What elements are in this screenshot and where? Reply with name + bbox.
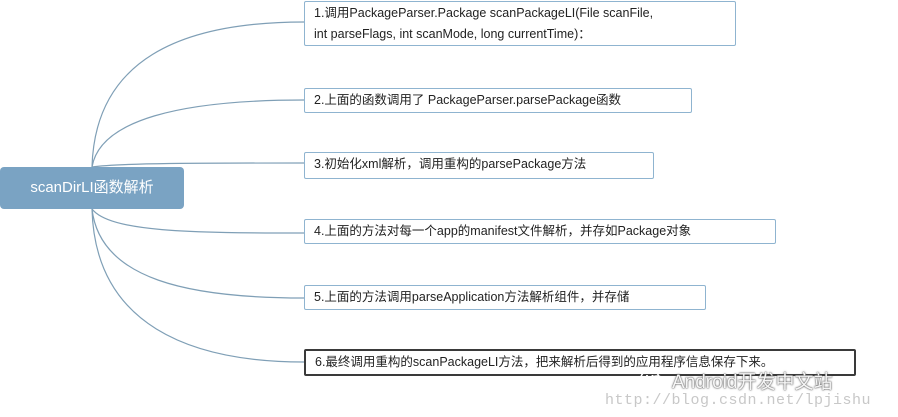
branch-1-line-1: 1.调用PackageParser.Package scanPackageLI(… bbox=[314, 6, 654, 20]
branch-2-line-1: 2.上面的函数调用了 PackageParser.parsePackage函数 bbox=[314, 93, 622, 107]
brand-watermark: Android开发中文站 bbox=[640, 366, 833, 394]
branch-3-line-1: 3.初始化xml解析，调用重构的parsePackage方法 bbox=[314, 157, 587, 171]
branch-node-2[interactable]: 2.上面的函数调用了 PackageParser.parsePackage函数 bbox=[304, 88, 692, 113]
root-node[interactable]: scanDirLI函数解析 bbox=[0, 167, 184, 209]
connector-1 bbox=[91, 21, 305, 168]
url-watermark: http://blog.csdn.net/lpjishu bbox=[605, 392, 872, 409]
wechat-icon bbox=[640, 369, 666, 389]
branch-4-line-1: 4.上面的方法对每一个app的manifest文件解析，并存如Package对象 bbox=[314, 224, 692, 238]
branch-5-line-1: 5.上面的方法调用parseApplication方法解析组件，并存储 bbox=[314, 290, 630, 304]
branch-1-line-2: int parseFlags, int scanMode, long curre… bbox=[314, 27, 591, 41]
branch-node-3[interactable]: 3.初始化xml解析，调用重构的parsePackage方法 bbox=[304, 152, 654, 179]
connector-2 bbox=[91, 99, 305, 168]
connector-4 bbox=[91, 208, 305, 234]
branch-node-5[interactable]: 5.上面的方法调用parseApplication方法解析组件，并存储 bbox=[304, 285, 706, 310]
branch-node-4[interactable]: 4.上面的方法对每一个app的manifest文件解析，并存如Package对象 bbox=[304, 219, 776, 244]
branch-node-1[interactable]: 1.调用PackageParser.Package scanPackageLI(… bbox=[304, 1, 736, 46]
brand-watermark-text: Android开发中文站 bbox=[672, 371, 833, 393]
connector-5 bbox=[91, 208, 305, 299]
